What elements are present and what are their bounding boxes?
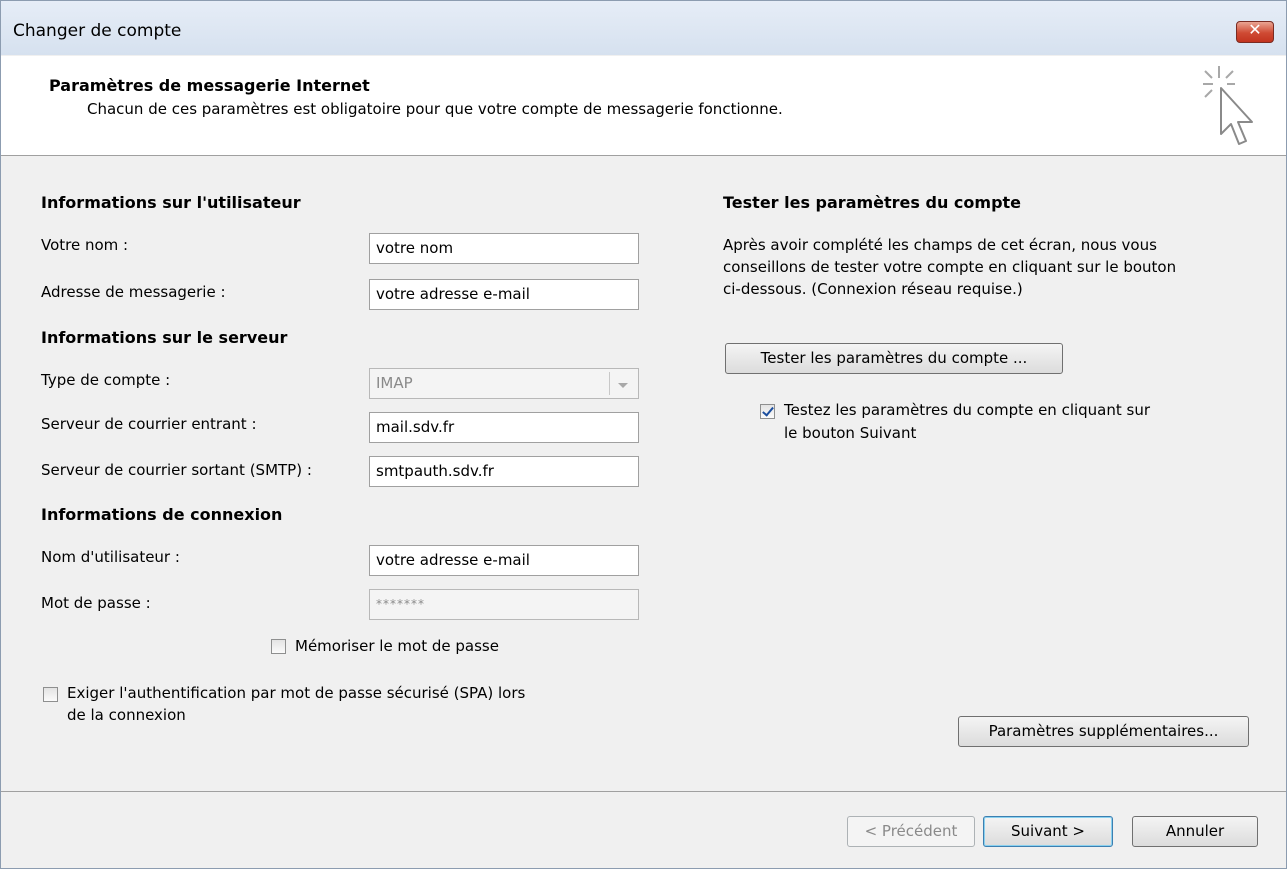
username-label: Nom d'utilisateur :	[41, 548, 180, 566]
change-account-dialog: Changer de compte ✕ Paramètres de messag…	[0, 0, 1287, 869]
account-type-select: IMAP	[369, 368, 639, 399]
window-title: Changer de compte	[13, 21, 182, 41]
outgoing-server-input[interactable]: smtpauth.sdv.fr	[369, 456, 639, 487]
test-heading: Tester les paramètres du compte	[723, 193, 1022, 212]
password-label: Mot de passe :	[41, 594, 151, 612]
spa-label-line2[interactable]: de la connexion	[67, 706, 186, 724]
name-input[interactable]: votre nom	[369, 233, 639, 264]
header-subtitle: Chacun de ces paramètres est obligatoire…	[87, 100, 783, 118]
incoming-server-input[interactable]: mail.sdv.fr	[369, 412, 639, 443]
next-button[interactable]: Suivant >	[983, 816, 1113, 847]
account-type-label: Type de compte :	[41, 371, 171, 389]
auto-test-label-line1[interactable]: Testez les paramètres du compte en cliqu…	[784, 401, 1150, 419]
test-desc-line2: conseillons de tester votre compte en cl…	[723, 258, 1177, 276]
footer-divider	[1, 791, 1286, 792]
name-label: Votre nom :	[41, 236, 129, 254]
spa-label-line1[interactable]: Exiger l'authentification par mot de pas…	[67, 684, 525, 702]
cursor-sparkle-icon	[1203, 66, 1253, 145]
close-icon: ✕	[1248, 20, 1262, 39]
close-button[interactable]: ✕	[1236, 20, 1274, 43]
previous-button: < Précédent	[847, 816, 975, 847]
outgoing-server-label: Serveur de courrier sortant (SMTP) :	[41, 461, 312, 479]
spa-checkbox[interactable]	[43, 687, 58, 702]
test-desc-line3: ci-dessous. (Connexion réseau requise.)	[723, 280, 1023, 298]
remember-password-checkbox[interactable]	[271, 639, 286, 654]
dialog-header: Paramètres de messagerie Internet Chacun…	[1, 56, 1286, 156]
account-type-value: IMAP	[376, 374, 413, 392]
test-account-button[interactable]: Tester les paramètres du compte ...	[725, 343, 1063, 374]
test-desc-line1: Après avoir complété les champs de cet é…	[723, 236, 1157, 254]
incoming-server-label: Serveur de courrier entrant :	[41, 415, 257, 433]
server-info-heading: Informations sur le serveur	[41, 328, 288, 347]
chevron-down-icon	[609, 372, 636, 395]
auto-test-label-line2[interactable]: le bouton Suivant	[784, 424, 916, 442]
remember-password-label[interactable]: Mémoriser le mot de passe	[295, 637, 499, 655]
auto-test-checkbox[interactable]	[760, 404, 775, 419]
more-settings-button[interactable]: Paramètres supplémentaires...	[958, 716, 1249, 747]
email-label: Adresse de messagerie :	[41, 283, 226, 301]
header-title: Paramètres de messagerie Internet	[49, 76, 370, 95]
title-bar: Changer de compte ✕	[1, 1, 1286, 55]
login-info-heading: Informations de connexion	[41, 505, 283, 524]
cancel-button[interactable]: Annuler	[1132, 816, 1258, 847]
password-input: *******	[369, 589, 639, 620]
email-input[interactable]: votre adresse e-mail	[369, 279, 639, 310]
user-info-heading: Informations sur l'utilisateur	[41, 193, 301, 212]
username-input[interactable]: votre adresse e-mail	[369, 545, 639, 576]
